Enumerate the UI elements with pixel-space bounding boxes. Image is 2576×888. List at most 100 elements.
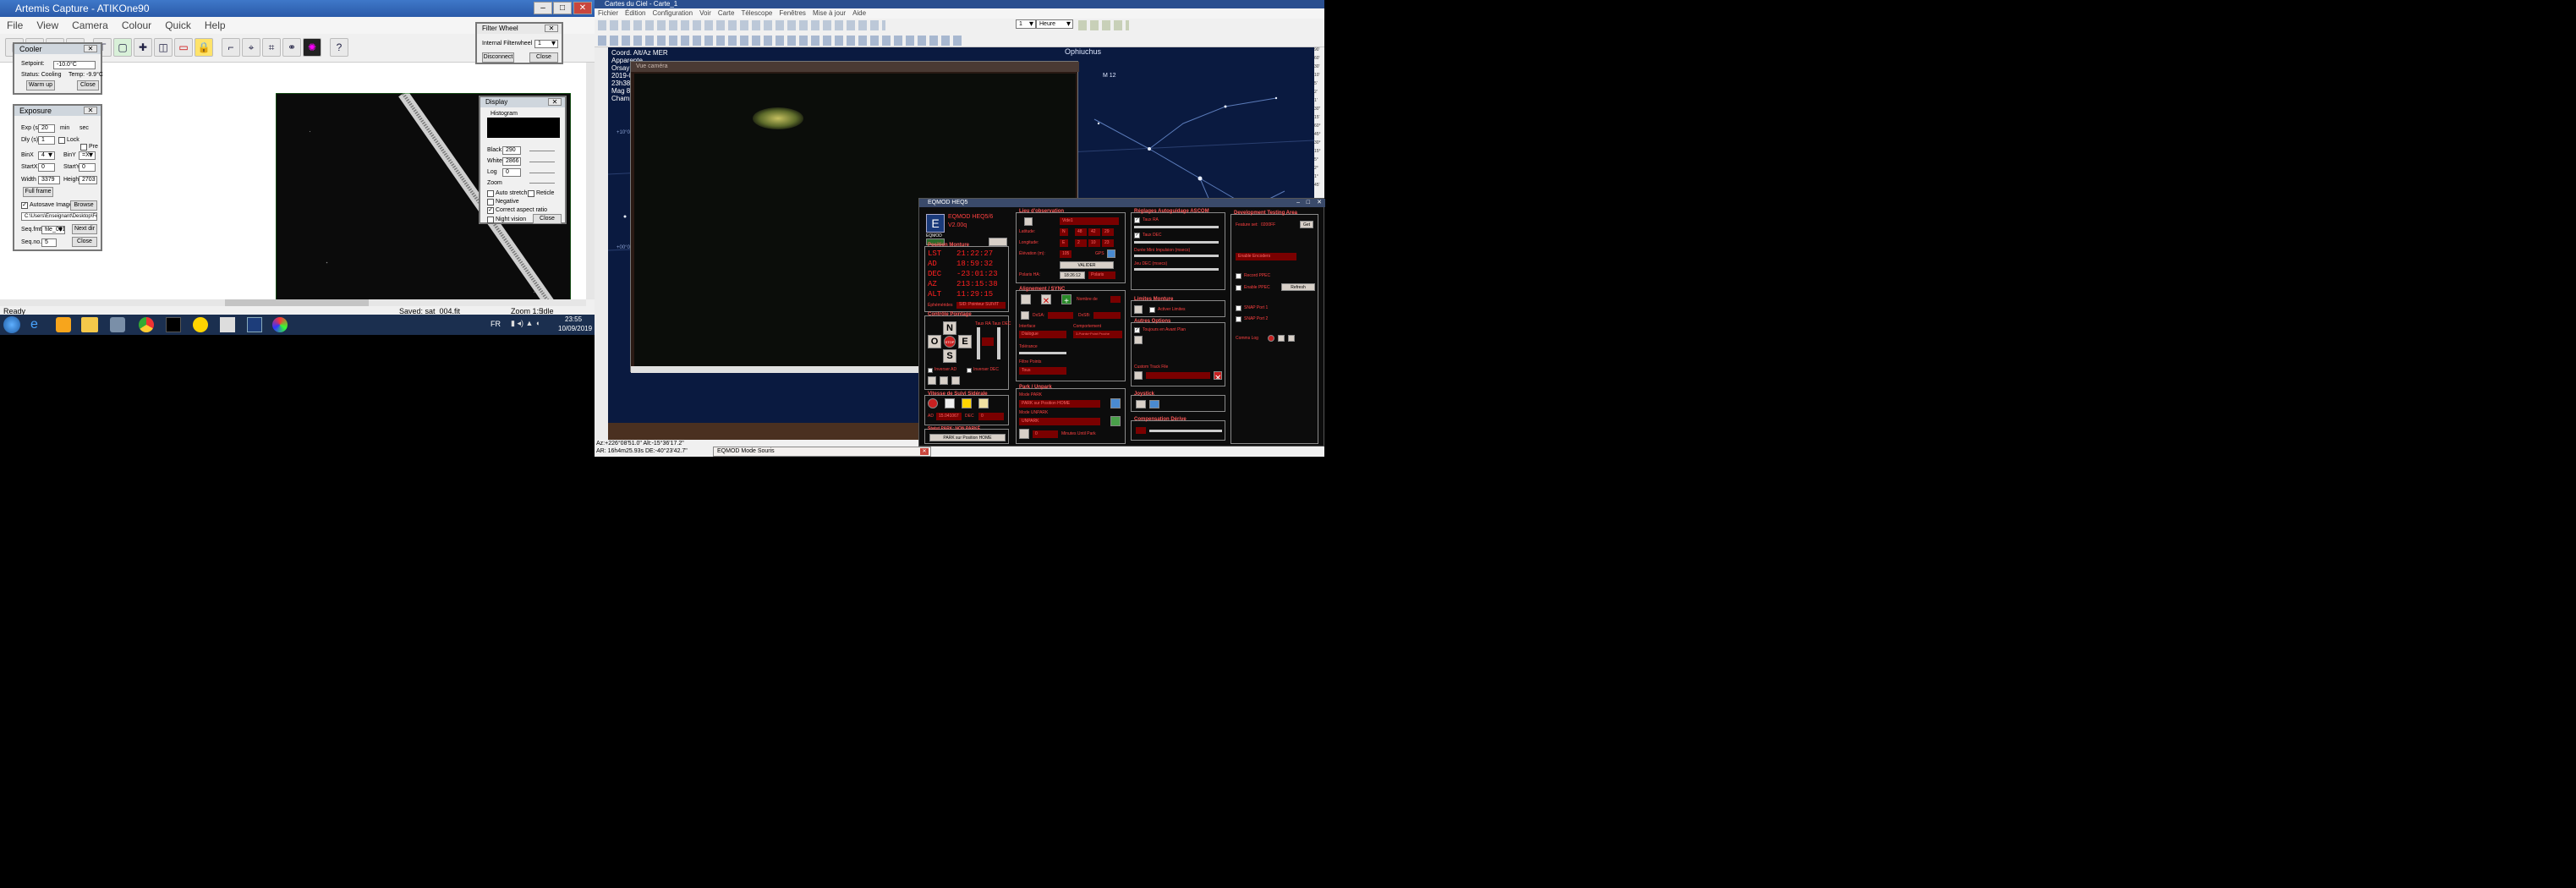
site-select[interactable]: Vide1 — [1060, 217, 1119, 225]
black-input[interactable]: 290 — [502, 146, 521, 155]
latitude-deg[interactable]: 48 — [1075, 228, 1087, 236]
snap2-checkbox[interactable] — [1236, 316, 1241, 322]
always-ahead-checkbox[interactable]: ✓ — [1134, 327, 1140, 333]
pad-icon-2[interactable] — [940, 376, 948, 385]
dxsa-icon[interactable] — [1021, 311, 1029, 320]
drift-slider[interactable] — [1149, 430, 1222, 432]
eqmod-maximize-icon[interactable]: □ — [1307, 199, 1310, 207]
eqmod-tool-button[interactable] — [989, 238, 1007, 246]
taux-dec-checkbox[interactable]: ✓ — [1134, 233, 1140, 238]
width-input[interactable]: 3379 — [38, 176, 60, 184]
exposure-close-icon[interactable]: ✕ — [84, 107, 97, 114]
rate-dec-slider[interactable] — [997, 327, 1000, 359]
chrome-icon[interactable] — [139, 317, 154, 332]
enable-ppec-checkbox[interactable] — [1236, 285, 1241, 291]
reticle-icon[interactable]: ▭ — [174, 38, 193, 57]
exp-input[interactable]: 20 — [38, 124, 55, 133]
comms-log-view-button[interactable] — [1278, 335, 1285, 342]
custom-track-file[interactable] — [1146, 372, 1210, 379]
app-icon-2[interactable] — [220, 317, 235, 332]
ie-icon[interactable]: e — [30, 317, 46, 332]
dark-icon[interactable]: ◫ — [154, 38, 173, 57]
speed-ad-value[interactable]: 15.041067 — [936, 413, 962, 420]
park-home-button[interactable]: PARK sur Position HOME — [929, 434, 1006, 441]
negative-checkbox[interactable] — [487, 199, 494, 206]
pad-icon-3[interactable] — [951, 376, 960, 385]
filter-icon[interactable]: ⚭ — [282, 38, 301, 57]
track-lunar-button[interactable] — [945, 398, 955, 408]
lock-checkbox[interactable] — [58, 137, 65, 144]
longitude-min[interactable]: 10 — [1088, 239, 1100, 247]
align-add-button[interactable]: + — [1061, 294, 1072, 304]
rate-select[interactable] — [982, 337, 994, 346]
cdc-toolbar-row1b[interactable] — [1078, 20, 1129, 30]
behavior-select[interactable]: 3-Points+Point Proche — [1073, 331, 1122, 338]
cdc-menu-telescope[interactable]: Télescope — [737, 9, 776, 17]
display-close-button[interactable]: Close — [533, 214, 562, 224]
cdc-menu-fichier[interactable]: Fichier — [595, 9, 622, 17]
cooler-close-icon[interactable]: ✕ — [84, 45, 97, 52]
limits-checkbox[interactable] — [1149, 307, 1155, 313]
align-list-button[interactable] — [1021, 294, 1031, 304]
latitude-min[interactable]: 42 — [1088, 228, 1100, 236]
autostretch-checkbox[interactable] — [487, 190, 494, 197]
longitude-sec[interactable]: 23 — [1102, 239, 1114, 247]
gps-icon[interactable] — [1107, 249, 1115, 258]
cdc-menu-carte[interactable]: Carte — [715, 9, 738, 17]
unpark-icon[interactable] — [1110, 416, 1121, 426]
filterwheel-close-button[interactable]: Close — [529, 52, 558, 63]
west-button[interactable]: O — [928, 335, 941, 348]
inv-ad-checkbox[interactable] — [928, 368, 933, 373]
cdc-toolbar-row2[interactable] — [598, 36, 962, 46]
refresh-button[interactable]: Refresh — [1281, 283, 1315, 291]
menu-file[interactable]: File — [0, 19, 30, 31]
sequence-icon[interactable]: ⌗ — [262, 38, 281, 57]
time-unit-select[interactable]: Heure — [1036, 19, 1073, 29]
track-solar-button[interactable] — [962, 398, 972, 408]
disconnect-button[interactable]: Disconnect — [482, 52, 514, 63]
night-vision-checkbox[interactable] — [487, 217, 494, 223]
pad-icon-1[interactable] — [928, 376, 936, 385]
inv-dec-checkbox[interactable] — [967, 368, 972, 373]
clock-date[interactable]: 10/09/2019 — [558, 325, 592, 332]
encoders-select[interactable]: Enable Encoders — [1236, 253, 1296, 260]
exposure-close-button[interactable]: Close — [72, 237, 97, 247]
taux-ra-slider[interactable] — [1134, 226, 1219, 228]
eqmod-mouse-mode-window[interactable]: EQMOD Mode Souris ✕ — [713, 447, 931, 457]
subframe-icon[interactable]: ▢ — [113, 38, 132, 57]
park-icon[interactable] — [1110, 398, 1121, 408]
custom-track-open-icon[interactable] — [1134, 371, 1143, 380]
cdc-menu-voir[interactable]: Voir — [696, 9, 715, 17]
snap1-checkbox[interactable] — [1236, 305, 1241, 311]
menu-help[interactable]: Help — [198, 19, 233, 31]
comms-log-record-button[interactable] — [1268, 335, 1274, 342]
speed-dec-value[interactable]: 0 — [978, 413, 1004, 420]
time-step-select[interactable]: 1 — [1016, 19, 1036, 29]
taux-ra-checkbox[interactable]: ✓ — [1134, 217, 1140, 223]
north-button[interactable]: N — [943, 321, 956, 335]
backlash-slider[interactable] — [1134, 268, 1219, 271]
cooler-close-button[interactable]: Close — [77, 80, 99, 90]
eqmod-close-icon[interactable]: ✕ — [1317, 199, 1322, 207]
media-icon[interactable] — [56, 317, 71, 332]
guide-icon[interactable]: ⌖ — [242, 38, 260, 57]
menu-view[interactable]: View — [30, 19, 65, 31]
cdc-menu-fenetres[interactable]: Fenêtres — [776, 9, 809, 17]
other-settings-icon[interactable] — [1134, 336, 1143, 344]
biny-select[interactable]: =X — [79, 151, 96, 160]
cdc-menu-configuration[interactable]: Configuration — [649, 9, 696, 17]
setpoint-input[interactable]: -10.0°C — [53, 61, 96, 69]
pre-checkbox[interactable] — [80, 144, 87, 151]
log-input[interactable]: 0 — [502, 168, 521, 177]
record-ppec-checkbox[interactable] — [1236, 273, 1241, 279]
cdc-menu-edition[interactable]: Édition — [622, 9, 649, 17]
comms-log-clear-button[interactable] — [1288, 335, 1295, 342]
track-custom-button[interactable] — [978, 398, 989, 408]
maximize-button[interactable]: □ — [553, 2, 572, 14]
menu-quick[interactable]: Quick — [158, 19, 198, 31]
nextdir-button[interactable]: Next dir — [72, 224, 97, 234]
interface-select[interactable]: Dialogue — [1019, 331, 1066, 338]
park-timer-icon[interactable] — [1019, 429, 1029, 439]
explorer-icon[interactable] — [81, 317, 98, 332]
stop-button[interactable]: STOP — [944, 336, 956, 348]
